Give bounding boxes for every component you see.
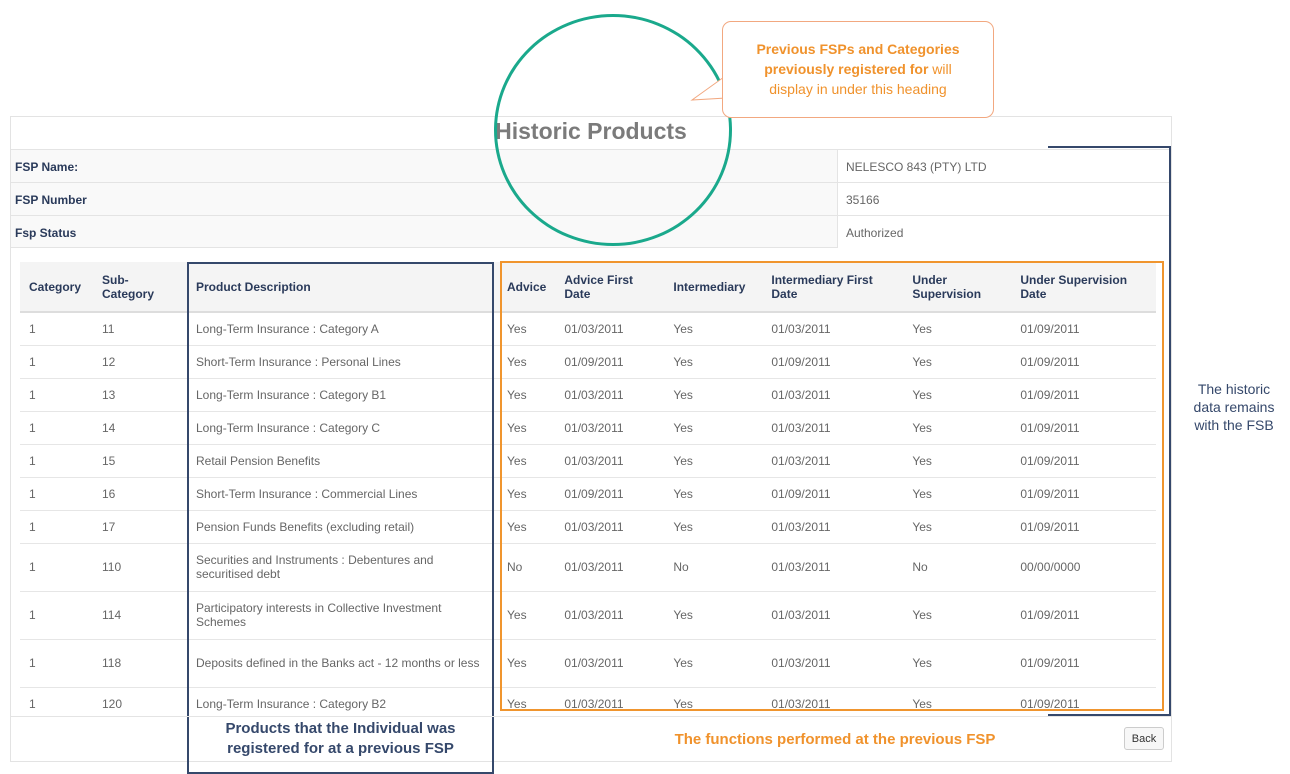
cell-category: 1: [20, 638, 93, 687]
historic-data-line-1: The historic: [1197, 381, 1271, 397]
callout-line-2-rest: will: [928, 61, 952, 77]
heading-highlight-circle: [494, 14, 732, 246]
cell-sub-category: 15: [93, 443, 187, 477]
functions-annotation: The functions performed at the previous …: [674, 731, 996, 748]
cell-sub-category: 17: [93, 509, 187, 543]
fsp-number-label: FSP Number: [15, 193, 87, 207]
fsp-name-label: FSP Name:: [15, 160, 79, 174]
fsp-status-label: Fsp Status: [15, 226, 77, 240]
cell-sub-category: 118: [93, 638, 187, 687]
cell-sub-category: 114: [93, 590, 187, 639]
product-description-highlight: [187, 262, 494, 774]
callout-box: Previous FSPs and Categories previously …: [722, 21, 994, 118]
callout-line-2: previously registered for will: [723, 59, 993, 79]
back-button[interactable]: Back: [1124, 727, 1164, 750]
cell-category: 1: [20, 509, 93, 543]
products-annotation-line-1: Products that the Individual was: [225, 720, 456, 737]
cell-category: 1: [20, 542, 93, 591]
historic-data-line-2: data remains: [1193, 399, 1275, 415]
cell-category: 1: [20, 377, 93, 411]
historic-data-line-3: with the FSB: [1194, 417, 1274, 433]
products-annotation: Products that the Individual was registe…: [189, 719, 492, 759]
cell-sub-category: 13: [93, 377, 187, 411]
footer-divider: [11, 716, 1171, 717]
callout-line-1: Previous FSPs and Categories: [756, 41, 960, 57]
cell-category: 1: [20, 590, 93, 639]
cell-sub-category: 14: [93, 410, 187, 444]
cell-category: 1: [20, 410, 93, 444]
header-category: Category: [20, 262, 93, 313]
cell-sub-category: 16: [93, 476, 187, 510]
historic-data-bracket: [1048, 146, 1171, 716]
cell-sub-category: 12: [93, 344, 187, 378]
cell-category: 1: [20, 443, 93, 477]
cell-category: 1: [20, 476, 93, 510]
cell-category: 1: [20, 344, 93, 378]
callout-line-3: display in under this heading: [769, 81, 947, 97]
cell-sub-category: 110: [93, 542, 187, 591]
cell-category: 1: [20, 311, 93, 345]
cell-sub-category: 11: [93, 311, 187, 345]
products-annotation-line-2: registered for at a previous FSP: [227, 740, 454, 757]
callout-line-2-bold: previously registered for: [764, 61, 929, 77]
header-sub-category: Sub-Category: [93, 262, 187, 313]
historic-data-annotation: The historic data remains with the FSB: [1178, 380, 1290, 434]
